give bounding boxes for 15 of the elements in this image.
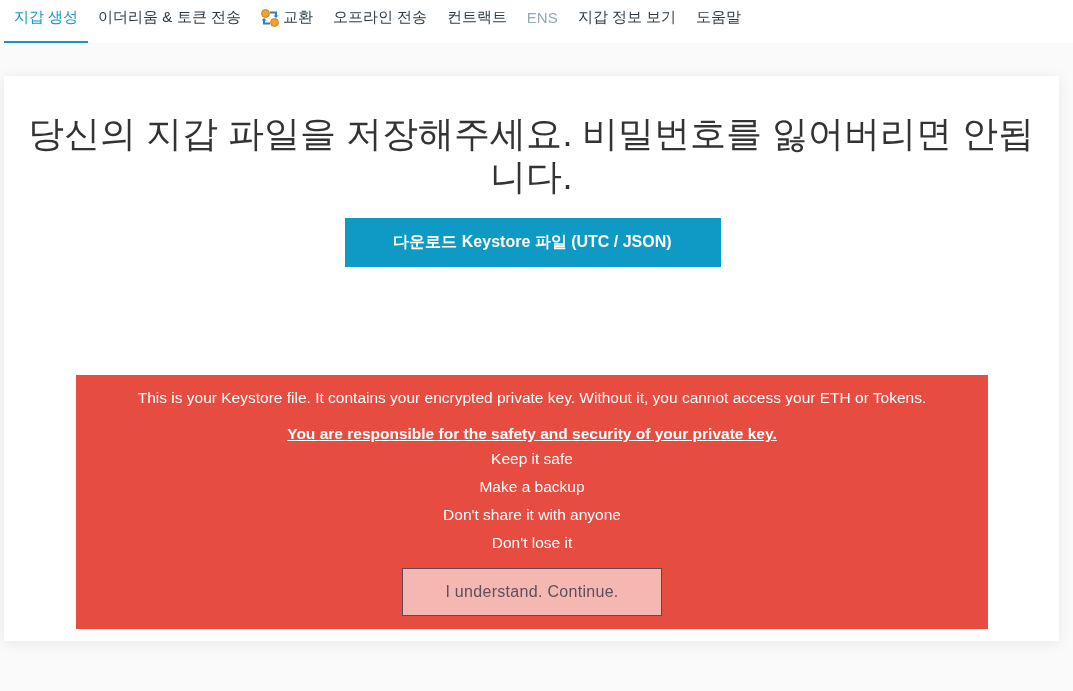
page-heading: 당신의 지갑 파일을 저장해주세요. 비밀번호를 잃어버리면 안됩니다. (27, 112, 1036, 198)
warning-text: This is your Keystore file. It contains your encrypted private key. Without it, you cannot access your ETH or Tokens. (136, 388, 928, 408)
nav-tab[interactable]: 도움말 (686, 0, 752, 43)
continue-button[interactable]: I understand. Continue. (402, 568, 662, 616)
nav-tab[interactable]: 이더리움 & 토큰 전송 (88, 0, 251, 43)
nav-tab[interactable]: 교환 (250, 0, 323, 43)
tip-text: Keep it safe (490, 449, 574, 469)
responsibility-text: You are responsible for the safety and security of your private key. (286, 424, 778, 444)
nav-tab[interactable]: 오프라인 전송 (322, 0, 437, 43)
nav-tab[interactable]: 컨트랙트 (436, 0, 517, 43)
nav-tab[interactable]: 지갑 생성 (4, 0, 89, 43)
nav-tab[interactable]: 지갑 정보 보기 (567, 0, 687, 43)
tip-text: Don't lose it (490, 533, 574, 553)
tip-text: Make a backup (478, 477, 586, 497)
tip-text: Don't share it with anyone (442, 505, 622, 525)
